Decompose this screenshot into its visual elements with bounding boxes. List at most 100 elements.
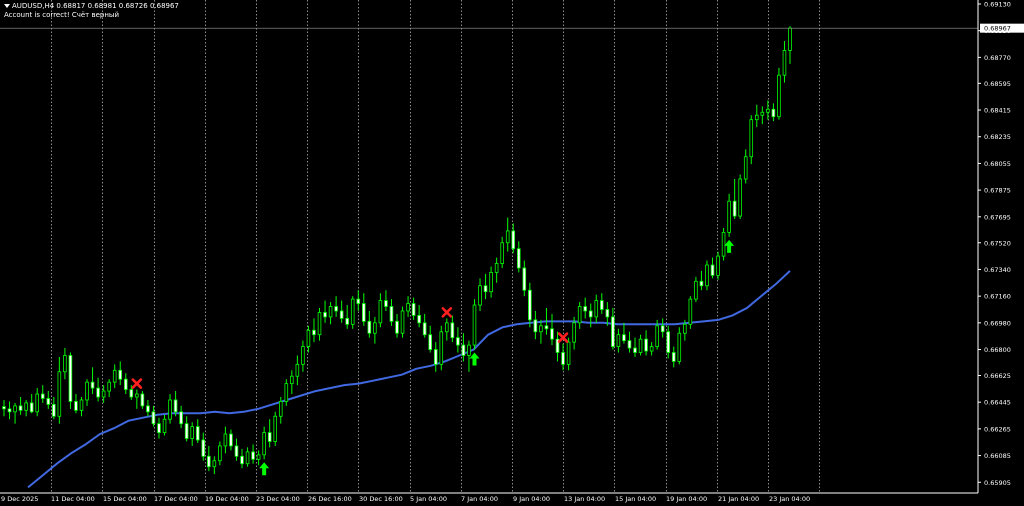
candle (267, 419, 272, 448)
price-tick-label: 0.66625 (984, 372, 1011, 380)
bull-candle-body (467, 344, 471, 356)
bear-candle-body (732, 200, 737, 217)
symbol-ohlc-line: AUDUSD,H4 0.68817 0.68981 0.68726 0.6896… (12, 2, 179, 10)
candle (74, 394, 78, 414)
candle (223, 426, 228, 454)
price-tick-label: 0.66800 (984, 346, 1011, 354)
bear-candle-body (2, 406, 6, 410)
candle (362, 293, 366, 326)
candle (627, 331, 632, 353)
candle (743, 149, 748, 184)
candle (79, 396, 84, 417)
bear-candle-body (771, 108, 776, 118)
bear-candle-body (123, 378, 128, 390)
candle (218, 441, 222, 466)
bull-candle-body (212, 460, 217, 468)
candle (516, 241, 521, 273)
candle (35, 388, 39, 417)
candle (135, 389, 139, 409)
current-price-tag: 0.68967 (980, 23, 1024, 33)
bear-candle-body (179, 411, 183, 425)
bear-candle-body (7, 408, 12, 413)
candle (146, 399, 150, 417)
bull-candle-body (478, 285, 482, 306)
candle (157, 417, 161, 439)
bear-candle-body (395, 320, 399, 334)
candle (505, 217, 510, 252)
price-tick-label: 0.66445 (984, 399, 1011, 407)
bear-candle-body (151, 411, 156, 425)
bear-candle-body (118, 369, 123, 380)
candle (694, 276, 698, 303)
bear-candle-body (710, 264, 715, 276)
price-chart[interactable]: 0.691300.689500.687700.685950.684150.682… (0, 0, 1024, 506)
bear-candle-body (339, 310, 344, 319)
candle (389, 299, 394, 326)
bear-candle-body (544, 325, 549, 330)
price-tick-label: 0.66265 (984, 425, 1011, 433)
x-mark-icon (131, 378, 143, 389)
bull-candle-body (472, 304, 477, 346)
candle (633, 337, 637, 357)
price-tick-label: 0.68595 (984, 80, 1011, 88)
bear-candle-body (29, 402, 34, 413)
candle (345, 305, 349, 329)
candle (528, 282, 532, 328)
candle (63, 348, 67, 380)
candle (212, 456, 217, 475)
bull-candle-body (79, 399, 84, 411)
candle (738, 174, 742, 220)
bear-candle-body (633, 347, 637, 353)
bull-candle-body (494, 263, 499, 273)
candle (395, 313, 399, 338)
x-mark-shape (557, 332, 569, 343)
candle (328, 302, 333, 325)
bear-candle-body (660, 325, 665, 333)
candle (339, 300, 344, 323)
candle (356, 290, 361, 311)
bull-candle-body (57, 371, 62, 417)
candle (671, 346, 676, 368)
bear-candle-body (140, 393, 145, 407)
bull-candle-body (788, 27, 792, 51)
candle (732, 178, 737, 220)
bull-candle-body (406, 303, 410, 312)
candle (184, 416, 189, 442)
price-tick-label: 0.67340 (984, 266, 1011, 274)
bear-candle-body (671, 352, 676, 362)
bull-candle-body (683, 323, 687, 334)
bear-candle-body (229, 433, 233, 447)
x-mark-shape (131, 378, 143, 389)
candle (611, 308, 615, 350)
candle (7, 401, 12, 420)
candle (622, 322, 626, 344)
price-tick-label: 0.68415 (984, 107, 1011, 115)
candle (561, 343, 565, 371)
bull-candle-body (572, 322, 576, 343)
time-label: 19 Dec 04:00 (205, 495, 249, 503)
bull-candle-body (378, 300, 383, 324)
bull-candle-body (256, 454, 261, 460)
time-label: 19 Jan 04:00 (666, 495, 707, 503)
candle (771, 103, 776, 122)
bull-candle-body (63, 355, 67, 373)
bear-candle-body (583, 306, 587, 312)
bull-candle-body (190, 426, 194, 439)
price-tick-label: 0.67520 (984, 239, 1011, 247)
bear-candle-body (483, 285, 488, 293)
triangle-down-icon[interactable] (4, 4, 10, 8)
bull-candle-body (539, 325, 543, 333)
signals-layer (131, 239, 735, 476)
bull-candle-body (35, 393, 39, 413)
candle (378, 293, 383, 328)
candle (151, 405, 156, 427)
candle (201, 432, 206, 461)
candle (688, 296, 693, 329)
candle (240, 448, 244, 469)
candle (301, 340, 305, 372)
bull-candle-body (168, 399, 172, 420)
bear-candle-body (622, 334, 626, 342)
time-label: 17 Dec 04:00 (154, 495, 198, 503)
price-tick-label: 0.65905 (984, 479, 1011, 487)
candle (710, 257, 715, 279)
